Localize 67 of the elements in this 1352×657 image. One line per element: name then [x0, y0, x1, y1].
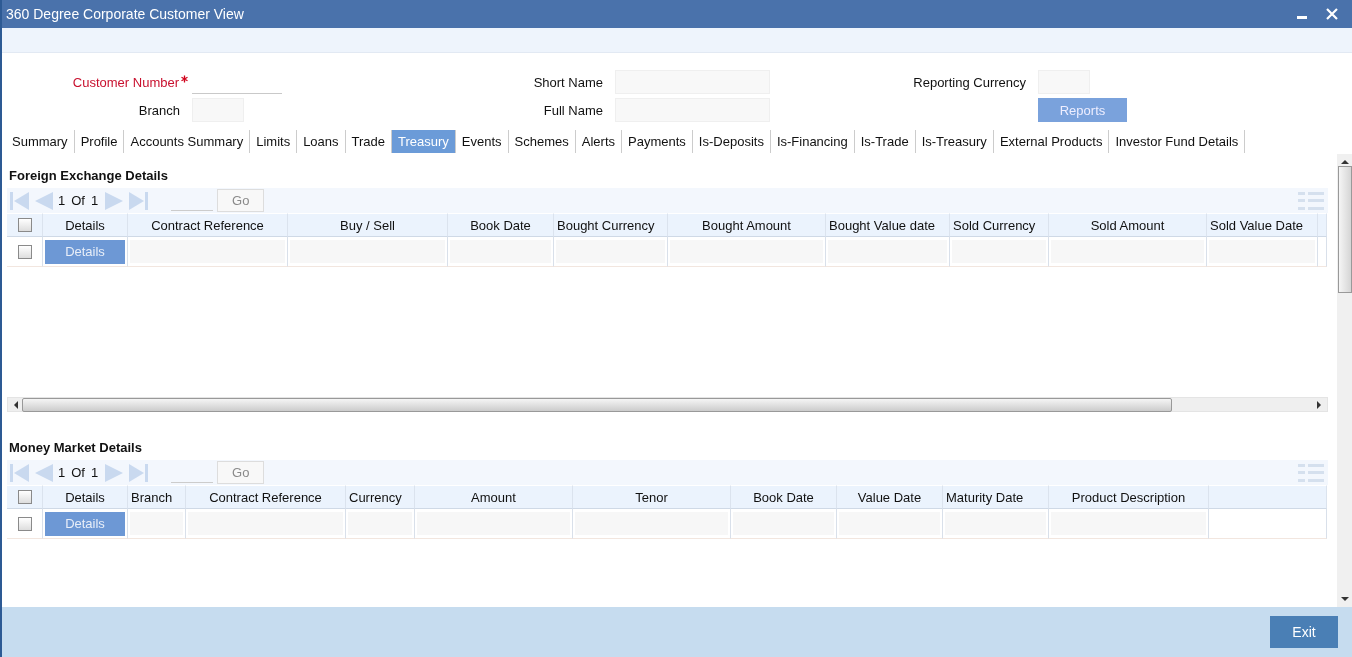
column-header: Book Date	[448, 213, 554, 237]
first-page-icon[interactable]	[9, 461, 31, 484]
select-all-checkbox[interactable]	[17, 490, 32, 504]
column-header: Value Date	[837, 485, 943, 509]
tab[interactable]: Profile	[74, 130, 125, 153]
column-header: Bought Currency	[554, 213, 668, 237]
tab[interactable]: Investor Fund Details	[1109, 130, 1246, 153]
column-header: Contract Reference	[186, 485, 346, 509]
tab[interactable]: Events	[455, 130, 509, 153]
column-header: Currency	[346, 485, 415, 509]
previous-page-icon[interactable]	[33, 189, 55, 212]
field-label: Reporting Currency	[913, 74, 1026, 90]
last-page-icon[interactable]	[127, 461, 150, 484]
row-checkbox[interactable]	[17, 244, 32, 259]
column-header: Details	[43, 485, 128, 509]
column-header: Branch	[128, 485, 186, 509]
row-checkbox[interactable]	[17, 516, 32, 531]
column-header: Details	[43, 213, 128, 237]
tab[interactable]: Is-Trade	[854, 130, 916, 153]
window-title: 360 Degree Corporate Customer View	[6, 6, 244, 22]
field-label: Customer Number	[72, 74, 179, 90]
page-of-label: Of	[71, 465, 85, 480]
column-header: Contract Reference	[128, 213, 288, 237]
tab[interactable]: Is-Financing	[770, 130, 855, 153]
column-header: Amount	[415, 485, 573, 509]
column-header: Sold Amount	[1049, 213, 1207, 237]
tab[interactable]: Schemes	[508, 130, 576, 153]
tab[interactable]: Summary	[6, 130, 75, 153]
tab[interactable]: Is-Treasury	[915, 130, 994, 153]
page-number: 1	[58, 465, 66, 480]
exit-button[interactable]: Exit	[1270, 616, 1338, 648]
field-label: Full Name	[543, 102, 603, 118]
column-header: Product Description	[1049, 485, 1209, 509]
tab[interactable]: Loans	[297, 130, 346, 153]
column-header: Sold Currency	[950, 213, 1049, 237]
tab[interactable]: Payments	[622, 130, 693, 153]
tab[interactable]: Limits	[250, 130, 298, 153]
first-page-icon[interactable]	[9, 189, 31, 212]
page-of-label: Of	[71, 193, 85, 208]
column-header: Tenor	[573, 485, 731, 509]
tab[interactable]: Alerts	[575, 130, 623, 153]
last-page-icon[interactable]	[127, 189, 150, 212]
table-cell	[1318, 237, 1327, 267]
column-header: Book Date	[731, 485, 837, 509]
section-title: Foreign Exchange Details	[8, 167, 169, 185]
column-header: Sold Value Date	[1207, 213, 1318, 237]
section-title: Money Market Details	[8, 439, 143, 457]
column-settings-icon[interactable]	[1298, 189, 1324, 212]
page-total: 1	[90, 465, 99, 480]
select-all-checkbox[interactable]	[17, 218, 32, 232]
page-total: 1	[90, 193, 99, 208]
column-settings-icon[interactable]	[1298, 461, 1324, 484]
field-label: Branch	[138, 102, 180, 118]
column-header: Bought Value date	[826, 213, 950, 237]
column-header: Maturity Date	[943, 485, 1049, 509]
previous-page-icon[interactable]	[33, 461, 55, 484]
column-header: Buy / Sell	[288, 213, 448, 237]
tab[interactable]: Is-Deposits	[692, 130, 771, 153]
required-icon	[181, 75, 188, 83]
tab[interactable]: Accounts Summary	[124, 130, 251, 153]
field-label: Short Name	[533, 74, 603, 90]
column-header: Bought Amount	[668, 213, 826, 237]
page-number: 1	[58, 193, 66, 208]
table-cell	[346, 509, 415, 539]
tab[interactable]: External Products	[993, 130, 1110, 153]
scrollbar-thumb[interactable]	[1337, 166, 1352, 293]
close-icon[interactable]	[1326, 8, 1338, 20]
